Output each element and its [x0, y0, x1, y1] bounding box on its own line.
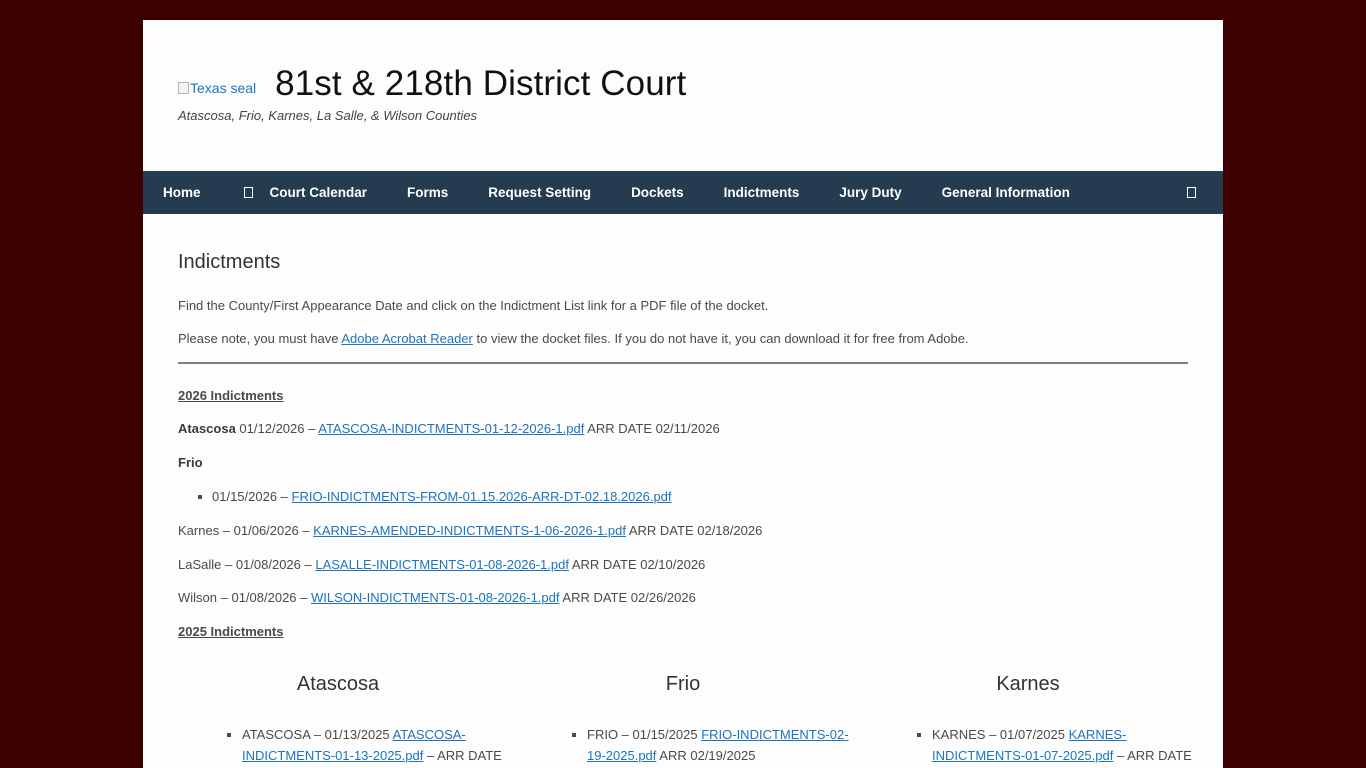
list-item: KARNES – 01/07/2025 KARNES-INDICTMENTS-0…: [917, 724, 1202, 766]
atascosa-date: 01/12/2026 –: [235, 421, 319, 436]
site-tagline: Atascosa, Frio, Karnes, La Salle, & Wils…: [178, 108, 478, 123]
frio-2026-pdf-link[interactable]: FRIO-INDICTMENTS-FROM-01.15.2026-ARR-DT-…: [292, 489, 672, 504]
bullet-icon: [917, 733, 921, 737]
acrobat-note: Please note, you must have Adobe Acrobat…: [178, 331, 969, 346]
atascosa-2026-pdf-link[interactable]: ATASCOSA-INDICTMENTS-01-12-2026-1.pdf: [318, 421, 584, 436]
item-after: – ARR DATE: [1113, 748, 1192, 763]
karnes-2026: Karnes – 01/06/2026 – KARNES-AMENDED-IND…: [178, 523, 762, 538]
page-container: Texas seal 81st & 218th District Court A…: [143, 20, 1223, 768]
frio-2026-label: Frio: [178, 455, 203, 470]
bullet-icon: [198, 494, 202, 499]
column-title: Karnes: [996, 673, 1060, 695]
site-header: Texas seal 81st & 218th District Court A…: [143, 20, 1223, 171]
texas-seal-image[interactable]: Texas seal: [178, 80, 256, 96]
atascosa-2026: Atascosa 01/12/2026 – ATASCOSA-INDICTMEN…: [178, 421, 720, 436]
item-text: KARNES – 01/07/2025: [932, 727, 1069, 742]
nav-forms[interactable]: Forms: [387, 171, 468, 214]
site-title[interactable]: 81st & 218th District Court: [275, 64, 686, 104]
heading-2026: 2026 Indictments: [178, 388, 284, 403]
main-nav: Home Court Calendar Forms Request Settin…: [143, 171, 1223, 214]
item-text: ATASCOSA – 01/13/2025: [242, 727, 393, 742]
note-after: to view the docket files. If you do not …: [472, 331, 969, 346]
frio-date: 01/15/2026 –: [212, 489, 292, 504]
bullet-icon: [227, 733, 231, 737]
wilson-arr: ARR DATE 02/26/2026: [559, 590, 696, 605]
intro-text: Find the County/First Appearance Date an…: [178, 298, 769, 313]
lasalle-arr: ARR DATE 02/10/2026: [568, 557, 706, 572]
list-item: FRIO – 01/15/2025 FRIO-INDICTMENTS-02-19…: [572, 724, 857, 766]
item-after: ARR 02/19/2025: [656, 748, 756, 763]
lasalle-prefix: LaSalle – 01/08/2026 –: [178, 557, 316, 572]
item-text: FRIO – 01/15/2025: [587, 727, 702, 742]
atascosa-arr: ARR DATE 02/11/2026: [584, 421, 720, 436]
lasalle-2026: LaSalle – 01/08/2026 – LASALLE-INDICTMEN…: [178, 557, 705, 572]
frio-label: Frio: [178, 455, 203, 470]
adobe-acrobat-link[interactable]: Adobe Acrobat Reader: [341, 331, 473, 346]
note-before: Please note, you must have: [178, 331, 342, 346]
seal-alt-text: Texas seal: [190, 80, 257, 96]
atascosa-label: Atascosa: [178, 421, 236, 436]
karnes-arr: ARR DATE 02/18/2026: [625, 523, 763, 538]
column-title: Frio: [665, 673, 701, 695]
broken-image-icon: [178, 82, 189, 94]
nav-dockets[interactable]: Dockets: [611, 171, 704, 214]
search-icon[interactable]: [1187, 187, 1196, 198]
calendar-icon: [243, 187, 253, 198]
karnes-2026-pdf-link[interactable]: KARNES-AMENDED-INDICTMENTS-1-06-2026-1.p…: [313, 523, 626, 538]
frio-2026-item: 01/15/2026 – FRIO-INDICTMENTS-FROM-01.15…: [198, 489, 672, 504]
nav-court-calendar-label: Court Calendar: [269, 185, 368, 200]
nav-court-calendar[interactable]: Court Calendar: [221, 171, 388, 214]
brand: Texas seal 81st & 218th District Court: [178, 64, 686, 104]
bullet-icon: [572, 733, 576, 737]
column-title: Atascosa: [296, 673, 380, 695]
item-after: – ARR DATE: [423, 748, 502, 763]
nav-home[interactable]: Home: [143, 171, 221, 214]
karnes-prefix: Karnes – 01/06/2026 –: [178, 523, 314, 538]
lasalle-2026-pdf-link[interactable]: LASALLE-INDICTMENTS-01-08-2026-1.pdf: [315, 557, 569, 572]
nav-jury-duty[interactable]: Jury Duty: [819, 171, 921, 214]
divider: [178, 362, 1188, 364]
wilson-2026: Wilson – 01/08/2026 – WILSON-INDICTMENTS…: [178, 590, 696, 605]
list-item: ATASCOSA – 01/13/2025 ATASCOSA-INDICTMEN…: [227, 724, 512, 766]
nav-indictments[interactable]: Indictments: [704, 171, 820, 214]
wilson-2026-pdf-link[interactable]: WILSON-INDICTMENTS-01-08-2026-1.pdf: [311, 590, 560, 605]
page-title: Indictments: [178, 251, 281, 273]
nav-general-information[interactable]: General Information: [922, 171, 1090, 214]
nav-request-setting[interactable]: Request Setting: [468, 171, 611, 214]
heading-2025: 2025 Indictments: [178, 624, 284, 639]
wilson-prefix: Wilson – 01/08/2026 –: [178, 590, 311, 605]
